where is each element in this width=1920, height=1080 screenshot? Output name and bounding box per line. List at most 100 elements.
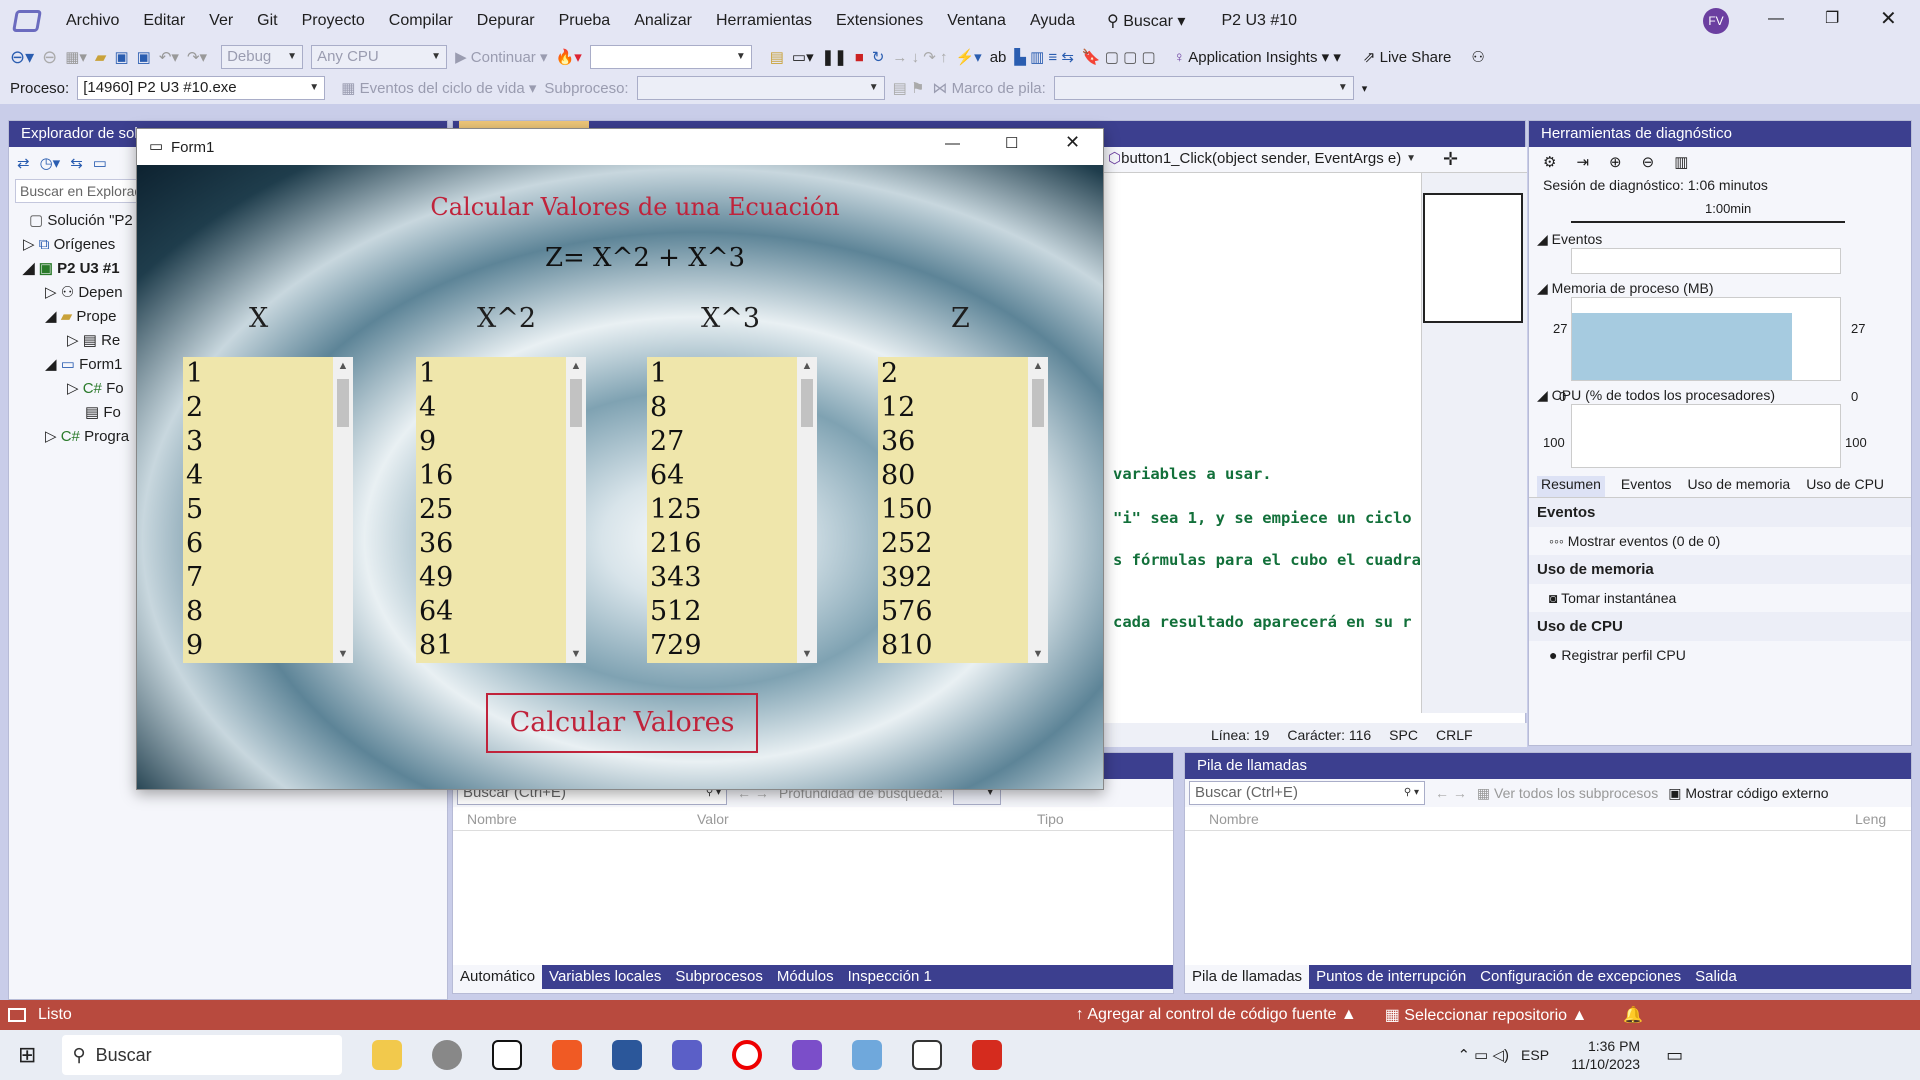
menu-ver[interactable]: Ver bbox=[197, 12, 245, 30]
external-code-button[interactable]: ▣ Mostrar código externo bbox=[1668, 785, 1828, 802]
list-item[interactable]: 1 bbox=[419, 357, 566, 391]
list-item[interactable]: 810 bbox=[881, 629, 1028, 663]
step-icons[interactable]: → ↓ ↷ ↑ bbox=[892, 48, 947, 66]
list-item[interactable]: 36 bbox=[419, 527, 566, 561]
list-item[interactable]: 27 bbox=[650, 425, 797, 459]
windows-start-icon[interactable]: ⊞ bbox=[18, 1042, 36, 1068]
list-item[interactable]: 392 bbox=[881, 561, 1028, 595]
live-share-button[interactable]: ⇗ Live Share bbox=[1363, 48, 1451, 66]
method-select[interactable]: ⬡button1_Click(object sender, EventArgs … bbox=[1103, 148, 1421, 172]
all-threads-button[interactable]: ▦ Ver todos los subprocesos bbox=[1477, 785, 1658, 802]
open-icon[interactable]: ▰ bbox=[95, 48, 107, 66]
list-item[interactable]: 125 bbox=[650, 493, 797, 527]
tab-uso-cpu[interactable]: Uso de CPU bbox=[1806, 476, 1884, 497]
scroll-up-icon[interactable]: ▲ bbox=[566, 357, 586, 375]
file-explorer-icon[interactable] bbox=[372, 1040, 403, 1070]
list-item[interactable]: 8 bbox=[650, 391, 797, 425]
acrobat-icon[interactable] bbox=[972, 1040, 1003, 1070]
tab-puntos-interrupcion[interactable]: Puntos de interrupción bbox=[1309, 965, 1473, 989]
col-nombre[interactable]: Nombre bbox=[453, 811, 693, 827]
notification-center-icon[interactable]: ▭ bbox=[1666, 1045, 1683, 1066]
cs-nav-arrows[interactable]: ← → bbox=[1435, 785, 1467, 801]
app-insights-button[interactable]: ♀ Application Insights ▾ ▾ bbox=[1174, 48, 1341, 66]
list-item[interactable]: 1 bbox=[650, 357, 797, 391]
diag-icon[interactable]: ⚡▾ bbox=[955, 48, 981, 66]
hot-reload-icon[interactable]: 🔥▾ bbox=[556, 48, 582, 66]
close-button[interactable]: ✕ bbox=[1880, 6, 1897, 31]
listbox-z-scrollbar[interactable]: ▲ ▼ bbox=[1028, 357, 1048, 663]
list-item[interactable]: 49 bbox=[419, 561, 566, 595]
listbox-x3-scrollbar[interactable]: ▲ ▼ bbox=[797, 357, 817, 663]
tab-resumen[interactable]: Resumen bbox=[1537, 476, 1605, 497]
running-app-icon[interactable] bbox=[912, 1040, 943, 1070]
scroll-down-icon[interactable]: ▼ bbox=[797, 645, 817, 663]
scroll-thumb[interactable] bbox=[337, 379, 349, 427]
menu-ventana[interactable]: Ventana bbox=[935, 12, 1018, 30]
list-item[interactable]: 2 bbox=[186, 391, 333, 425]
line-indicator[interactable]: Línea: 19 bbox=[1211, 727, 1269, 743]
history-icon[interactable]: ◷▾ bbox=[40, 154, 61, 172]
list-item[interactable]: 5 bbox=[186, 493, 333, 527]
list-item[interactable]: 64 bbox=[650, 459, 797, 493]
split-icon[interactable]: ✛ bbox=[1443, 149, 1458, 170]
back-icon[interactable]: ⊖▾ bbox=[10, 47, 34, 68]
listbox-x[interactable]: 123456789 bbox=[183, 357, 333, 663]
scroll-thumb[interactable] bbox=[570, 379, 582, 427]
scroll-thumb[interactable] bbox=[1032, 379, 1044, 427]
minimize-button[interactable]: — bbox=[1768, 10, 1784, 28]
form-minimize-button[interactable]: — bbox=[945, 135, 960, 152]
notion-icon[interactable] bbox=[492, 1040, 523, 1070]
restart-icon[interactable]: ↻ bbox=[872, 48, 885, 66]
visual-studio-icon[interactable] bbox=[792, 1040, 823, 1070]
scroll-up-icon[interactable]: ▲ bbox=[797, 357, 817, 375]
tab-uso-memoria[interactable]: Uso de memoria bbox=[1688, 476, 1791, 497]
show-events-link[interactable]: ◦◦◦ Mostrar eventos (0 de 0) bbox=[1529, 527, 1911, 555]
list-item[interactable]: 343 bbox=[650, 561, 797, 595]
menu-depurar[interactable]: Depurar bbox=[465, 12, 547, 30]
pause-icon[interactable]: ❚❚ bbox=[822, 48, 847, 66]
code-line-3[interactable]: s fórmulas para el cubo el cuadra bbox=[1113, 551, 1421, 569]
save-all-icon[interactable]: ▣ bbox=[137, 48, 151, 66]
calculate-button[interactable]: Calcular Valores bbox=[486, 693, 758, 753]
code-line-4[interactable]: cada resultado aparecerá en su r bbox=[1113, 613, 1412, 631]
tab-subprocesos[interactable]: Subprocesos bbox=[668, 965, 770, 989]
list-item[interactable]: 80 bbox=[881, 459, 1028, 493]
listbox-x3[interactable]: 1 8 27 64 125 216 343 512 729 bbox=[647, 357, 797, 663]
listbox-z[interactable]: 2 12 36 80 150 252 392 576 810 bbox=[878, 357, 1028, 663]
form-maximize-button[interactable]: ☐ bbox=[1005, 134, 1018, 152]
col-tipo[interactable]: Tipo bbox=[1033, 811, 1064, 827]
stop-icon[interactable]: ■ bbox=[855, 49, 864, 66]
tab-modulos[interactable]: Módulos bbox=[770, 965, 841, 989]
select-repo[interactable]: ▦ Seleccionar repositorio ▲ bbox=[1385, 1005, 1588, 1025]
list-item[interactable]: 729 bbox=[650, 629, 797, 663]
tray-lang[interactable]: ESP bbox=[1521, 1047, 1549, 1063]
list-item[interactable]: 81 bbox=[419, 629, 566, 663]
tab-config-excepciones[interactable]: Configuración de excepciones bbox=[1473, 965, 1688, 989]
list-item[interactable]: 9 bbox=[186, 629, 333, 663]
feedback-icon[interactable]: ⚇ bbox=[1471, 48, 1484, 66]
add-source-control[interactable]: ↑ Agregar al control de código fuente ▲ bbox=[1076, 1006, 1357, 1024]
list-item[interactable]: 3 bbox=[186, 425, 333, 459]
char-indicator[interactable]: Carácter: 116 bbox=[1287, 727, 1371, 743]
scroll-down-icon[interactable]: ▼ bbox=[1028, 645, 1048, 663]
menu-prueba[interactable]: Prueba bbox=[547, 12, 623, 30]
clock[interactable]: 1:36 PM 11/10/2023 bbox=[1571, 1037, 1640, 1073]
settings-icon[interactable]: ⚙ bbox=[1543, 153, 1556, 171]
scroll-thumb[interactable] bbox=[801, 379, 813, 427]
config-select[interactable]: Debug ▼ bbox=[221, 45, 304, 69]
folder-icon[interactable]: ▤ bbox=[770, 48, 784, 66]
notifications-icon[interactable]: 🔔 bbox=[1623, 1005, 1643, 1025]
menu-ayuda[interactable]: Ayuda bbox=[1018, 12, 1087, 30]
tools-icons[interactable]: ▙ ▥ ≡ ⇆ bbox=[1014, 48, 1074, 66]
menu-proyecto[interactable]: Proyecto bbox=[290, 12, 377, 30]
taskbar-search[interactable]: ⚲ Buscar bbox=[62, 1035, 343, 1075]
startup-item-select[interactable]: ▼ bbox=[589, 45, 752, 69]
form-close-button[interactable]: ✕ bbox=[1065, 132, 1080, 153]
forward-icon[interactable]: ⊖ bbox=[42, 47, 57, 68]
word-icon[interactable] bbox=[612, 1040, 643, 1070]
list-item[interactable]: 4 bbox=[186, 459, 333, 493]
tab-eventos[interactable]: Eventos bbox=[1621, 476, 1672, 497]
paint-icon[interactable] bbox=[852, 1040, 883, 1070]
listbox-x-scrollbar[interactable]: ▲ ▼ bbox=[333, 357, 353, 663]
code-line-1[interactable]: variables a usar. bbox=[1113, 465, 1272, 483]
